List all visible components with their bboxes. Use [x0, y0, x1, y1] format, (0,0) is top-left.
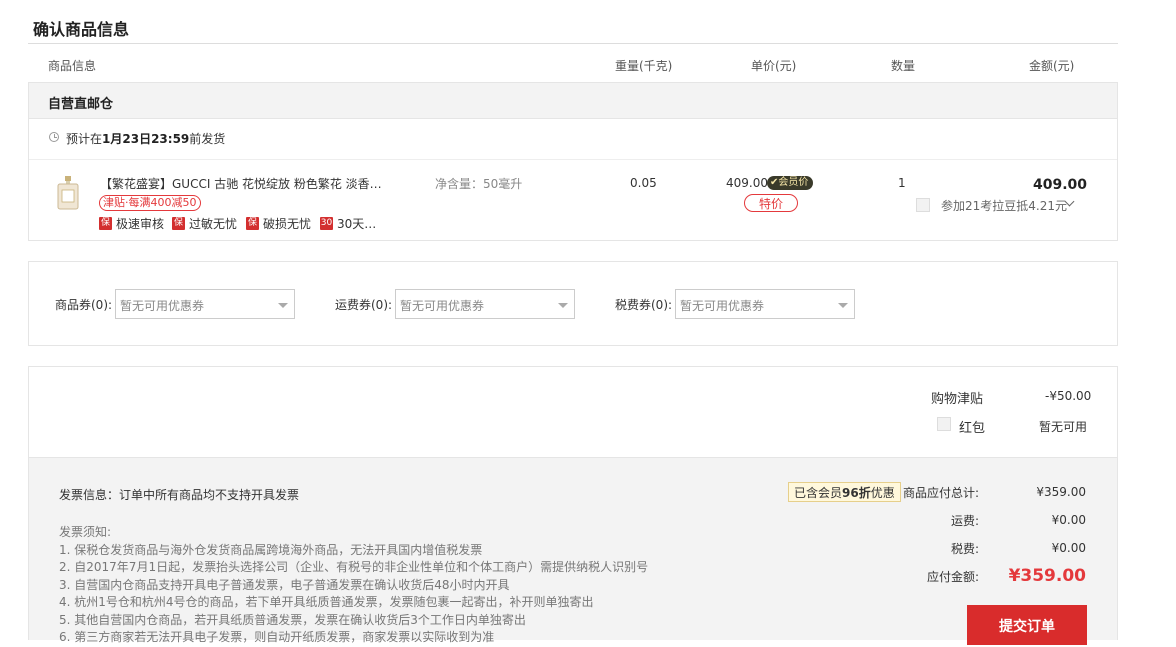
guarantee-icon: 保 [99, 217, 112, 230]
red-packet-checkbox[interactable] [937, 417, 951, 431]
service-label: 30天… [337, 217, 377, 231]
goods-total-value: ¥359.00 [1036, 485, 1086, 499]
tax-coupon-select[interactable]: 暂无可用优惠券 [675, 289, 855, 319]
bean-deduct-checkbox[interactable] [916, 198, 930, 212]
warehouse-header [28, 82, 1118, 119]
member-badge-label: 会员价 [778, 177, 809, 188]
product-thumbnail[interactable] [56, 176, 80, 210]
subsidy-label: 购物津贴 [931, 392, 984, 407]
bean-deduct-label[interactable]: 参加21考拉豆抵4.21元 [941, 197, 1067, 214]
ship-date: 1月23日23:59 [102, 132, 190, 146]
column-header-weight: 重量(千克) [615, 59, 673, 73]
service-item: 保 破损无忧 [246, 215, 311, 232]
ship-suffix: 前发货 [189, 132, 226, 146]
quantity: 1 [898, 176, 906, 190]
discount-prefix: 已含会员 [794, 486, 843, 500]
invoice-note: 6. 第三方商家若无法开具电子发票，则自动开纸质发票，商家发票以实际收到为准 [59, 630, 495, 644]
page-title: 确认商品信息 [33, 20, 130, 39]
red-packet-label: 红包 [959, 421, 986, 436]
dropdown-arrow-icon [558, 303, 568, 308]
special-price-tag: 特价 [744, 194, 798, 212]
column-header-amount: 金额(元) [1029, 59, 1075, 73]
ship-prefix: 预计在 [66, 132, 103, 146]
product-title-link[interactable]: 【繁花盛宴】GUCCI 古驰 花悦绽放 粉色繁花 淡香… [100, 175, 390, 192]
column-header-quantity: 数量 [891, 59, 916, 73]
shipping-coupon-value: 暂无可用优惠券 [400, 299, 485, 313]
invoice-note: 4. 杭州1号仓和杭州4号仓的商品，若下单开具纸质普通发票，发票随包裹一起寄出，… [59, 595, 594, 609]
dropdown-arrow-icon [838, 303, 848, 308]
service-label: 破损无忧 [263, 217, 312, 231]
red-packet-value: 暂无可用 [1039, 420, 1088, 434]
column-header-unit-price: 单价(元) [751, 59, 797, 73]
product-weight: 0.05 [630, 176, 657, 190]
warehouse-title: 自营直邮仓 [48, 97, 114, 112]
service-item: 保 极速审核 [99, 215, 164, 232]
invoice-note: 1. 保税仓发货商品与海外仓发货商品属跨境海外商品，无法开具国内增值税发票 [59, 542, 483, 557]
member-price-badge: ✔会员价 [767, 176, 814, 190]
tax-coupon-label: 税费券(0): [615, 298, 673, 312]
goods-coupon-select[interactable]: 暂无可用优惠券 [115, 289, 295, 319]
tax-coupon-value: 暂无可用优惠券 [680, 299, 765, 313]
return-30-days-icon: 30 [320, 217, 333, 230]
promo-tag: 津贴·每满400减50 [99, 195, 201, 211]
invoice-notes: 发票须知: 1. 保税仓发货商品与海外仓发货商品属跨境海外商品，无法开具国内增值… [59, 524, 648, 647]
line-amount: 409.00 [1033, 177, 1088, 193]
shipping-estimate: 预计在1月23日23:59前发货 [66, 130, 225, 147]
shipping-coupon-select[interactable]: 暂无可用优惠券 [395, 289, 575, 319]
unit-price: 409.00 [726, 176, 768, 190]
invoice-notes-title: 发票须知: [59, 525, 112, 539]
dropdown-arrow-icon [278, 303, 288, 308]
invoice-note: 5. 其他自营国内仓商品，若开具纸质普通发票，发票在确认收货后3个工作日内单独寄… [59, 612, 526, 627]
payable-amount: ¥359.00 [1008, 566, 1086, 586]
tax-fee-value: ¥0.00 [1051, 541, 1086, 555]
service-item: 30 30天… [320, 215, 376, 232]
subsidy-value: -¥50.00 [1045, 389, 1092, 403]
guarantee-icon: 保 [172, 217, 185, 230]
discount-summary [28, 366, 1118, 458]
clock-icon [49, 132, 59, 142]
invoice-info: 发票信息：订单中所有商品均不支持开具发票 [59, 488, 300, 502]
title-divider [28, 43, 1118, 44]
goods-coupon-value: 暂无可用优惠券 [120, 299, 205, 313]
product-spec: 净含量：50毫升 [435, 177, 523, 191]
goods-coupon-label: 商品券(0): [55, 298, 113, 312]
service-label: 过敏无忧 [189, 217, 238, 231]
tax-fee-label: 税费: [950, 542, 979, 556]
service-label: 极速审核 [116, 217, 165, 231]
shipping-coupon-label: 运费券(0): [335, 298, 393, 312]
goods-total-label: 商品应付总计: [902, 486, 979, 500]
submit-order-button[interactable]: 提交订单 [967, 605, 1087, 645]
shipping-fee-value: ¥0.00 [1051, 513, 1086, 527]
invoice-note: 2. 自2017年7月1日起，发票抬头选择公司（企业、有税号的非企业性单位和个体… [59, 560, 649, 574]
service-item: 保 过敏无忧 [172, 215, 237, 232]
payable-label: 应付金额: [926, 570, 979, 584]
invoice-note: 3. 自营国内仓商品支持开具电子普通发票，电子普通发票在确认收货后48小时内开具 [59, 577, 510, 592]
guarantee-icon: 保 [246, 217, 259, 230]
column-header-info: 商品信息 [48, 59, 97, 73]
shipping-fee-label: 运费: [950, 514, 979, 528]
